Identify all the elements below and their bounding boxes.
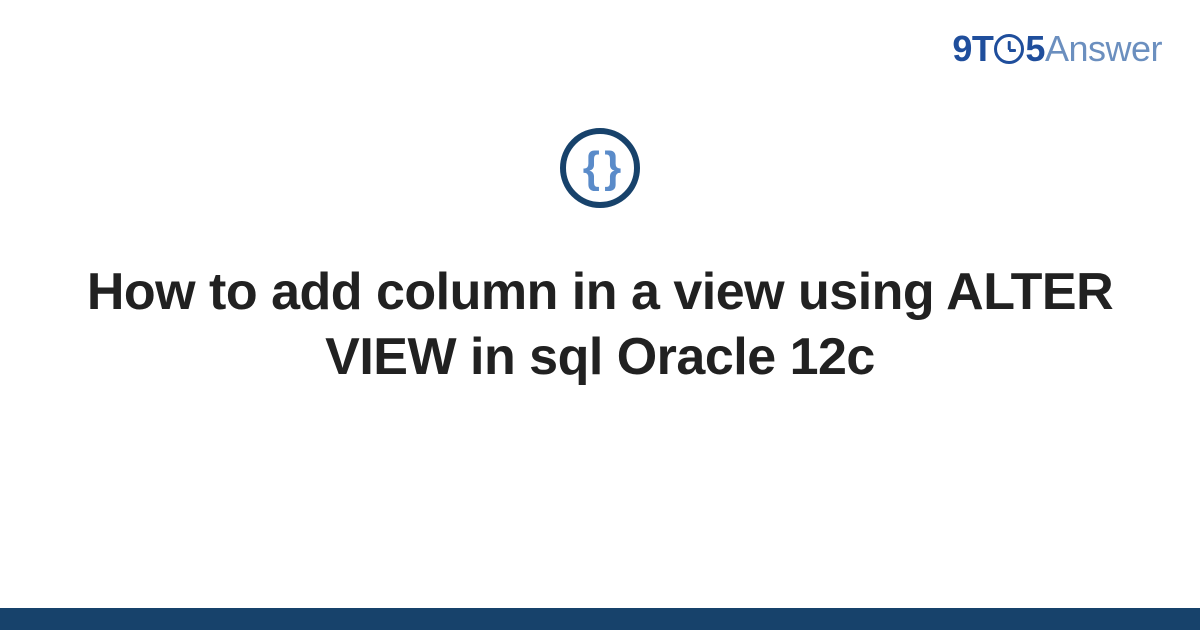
brand-five: 5 [1025,28,1045,70]
clock-icon [994,34,1024,64]
page-title: How to add column in a view using ALTER … [50,260,1150,390]
brand-answer: Answer [1045,28,1162,70]
brand-nine: 9 [952,28,972,70]
site-brand: 9 T 5 Answer [952,28,1162,70]
code-braces-icon: { } [560,128,640,208]
brand-t: T [972,28,994,70]
footer-bar [0,608,1200,630]
braces-glyph: { } [583,146,617,190]
